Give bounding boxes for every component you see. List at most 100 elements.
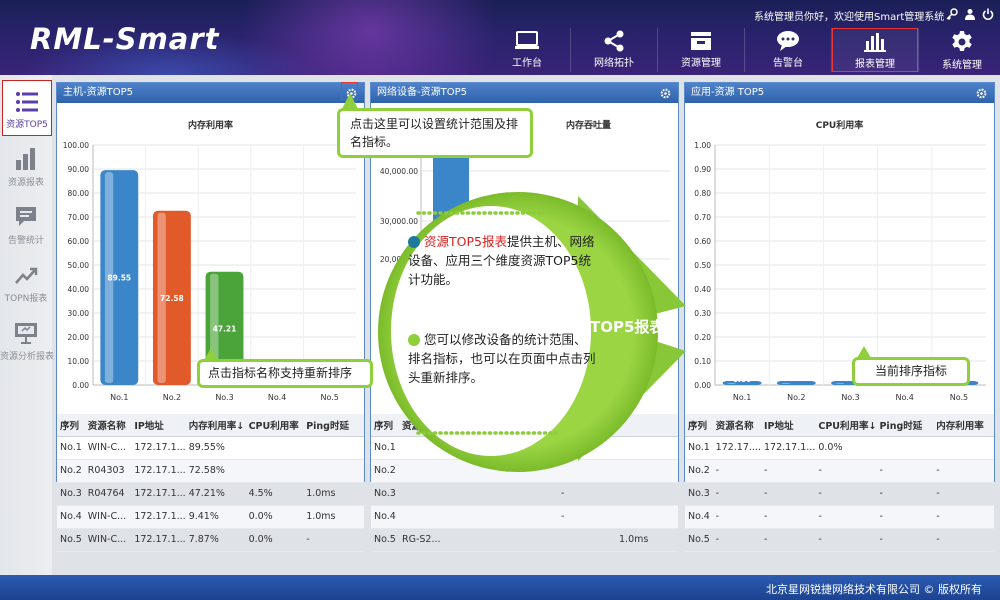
sidebar-item-topn[interactable]: TOPN报表 bbox=[0, 253, 52, 309]
nav-label: 资源管理 bbox=[681, 58, 721, 69]
share-icon bbox=[604, 30, 624, 52]
table-row[interactable]: No.5 RG-S2... 1.0ms bbox=[371, 528, 678, 552]
column-header[interactable]: Ping时延 bbox=[303, 414, 364, 437]
table-cell: 172.17.1... bbox=[131, 436, 186, 460]
nav-topology[interactable]: 网络拓扑 bbox=[571, 28, 657, 72]
table-cell: - bbox=[815, 459, 877, 483]
table-row[interactable]: No.4 WIN-C... 172.17.1... 9.41% 0.0% 1.0ms bbox=[57, 505, 364, 529]
panel-title: 网络设备-资源TOP5 bbox=[377, 87, 467, 98]
resource-table: 序列 资源名称 IP地址 内存利用率↓ CPU利用率 Ping时延 No.1 WIN-C...… bbox=[57, 414, 364, 552]
welcome-text: 系统管理员你好，欢迎使用Smart管理系统 bbox=[754, 12, 945, 23]
x-tick-label: No.2 bbox=[163, 393, 181, 402]
table-row[interactable]: No.5 WIN-C... 172.17.1... 7.87% 0.0% - bbox=[57, 528, 364, 552]
nav-workbench[interactable]: 工作台 bbox=[484, 28, 570, 72]
table-cell bbox=[498, 528, 558, 552]
table-cell: 9.41% bbox=[185, 505, 246, 529]
column-header[interactable]: 序列 bbox=[57, 414, 85, 437]
column-header[interactable]: Ping时延 bbox=[876, 414, 934, 437]
power-icon[interactable] bbox=[982, 8, 994, 20]
settings-gear-icon[interactable] bbox=[660, 87, 671, 107]
table-row[interactable]: No.5- - - - - bbox=[685, 528, 994, 552]
nav-label: 系统管理 bbox=[942, 60, 982, 71]
sidebar-item-analysis[interactable]: 资源分析报表 bbox=[0, 311, 54, 367]
table-row[interactable]: No.3 R04764 172.17.1... 47.21% 4.5% 1.0ms bbox=[57, 482, 364, 506]
x-tick-label: No.4 bbox=[268, 393, 286, 402]
table-cell bbox=[446, 528, 498, 552]
table-row[interactable]: No.2- - - - - bbox=[685, 459, 994, 483]
table-cell: - bbox=[876, 459, 934, 483]
column-header[interactable]: 序列 bbox=[685, 414, 713, 437]
settings-gear-icon[interactable] bbox=[976, 87, 987, 107]
panel-header: 网络设备-资源TOP5 bbox=[371, 83, 678, 103]
table-cell: 172.17.1... bbox=[131, 482, 186, 506]
table-cell: - bbox=[933, 459, 994, 483]
panel-header: 主机-资源TOP5 bbox=[57, 83, 364, 103]
nav-resource[interactable]: 资源管理 bbox=[658, 28, 744, 72]
table-row[interactable]: No.3- - - - - bbox=[685, 482, 994, 506]
data-label: 0.00 bbox=[733, 375, 752, 384]
y-tick-label: 70.00 bbox=[68, 213, 90, 222]
monitor-icon bbox=[515, 31, 539, 49]
table-row[interactable]: No.4- - - - - bbox=[685, 505, 994, 529]
column-header[interactable]: 资源名称 bbox=[84, 414, 132, 437]
list-icon bbox=[16, 92, 38, 112]
table-cell: WIN-C... bbox=[84, 505, 132, 529]
key-icon[interactable] bbox=[946, 8, 958, 21]
chart-title: 内存吞吐量 bbox=[566, 119, 611, 131]
tooltip-text: 当前排序指标 bbox=[874, 364, 947, 378]
table-cell: - bbox=[933, 528, 994, 552]
y-tick-label: 0.00 bbox=[72, 381, 89, 390]
table-cell: - bbox=[876, 482, 934, 506]
x-tick-label: No.1 bbox=[733, 393, 751, 402]
column-header[interactable]: 内存利用率↓ bbox=[185, 414, 246, 437]
table-cell bbox=[303, 436, 364, 460]
message-icon bbox=[16, 207, 36, 226]
nav-label: 报表管理 bbox=[855, 59, 895, 70]
nav-alarm[interactable]: 告警台 bbox=[745, 28, 831, 72]
column-header[interactable]: CPU利用率 bbox=[245, 414, 304, 437]
table-cell: 172.17.... bbox=[712, 436, 761, 460]
table-row[interactable]: No.4 - bbox=[371, 505, 678, 529]
nav-system[interactable]: 系统管理 bbox=[919, 28, 1000, 72]
column-header[interactable]: 内存利用率 bbox=[933, 414, 994, 437]
column-header[interactable]: IP地址 bbox=[760, 414, 816, 437]
table-cell bbox=[446, 505, 498, 529]
x-tick-label: No.5 bbox=[950, 393, 968, 402]
table-cell: 172.17.1... bbox=[131, 459, 186, 483]
table-row[interactable]: No.2 R04303 172.17.1... 72.58% bbox=[57, 459, 364, 483]
table-cell: No.2 bbox=[57, 459, 85, 483]
presentation-icon bbox=[15, 323, 37, 344]
table-row[interactable]: No.1 172.17.... 172.17.1... 0.0% bbox=[685, 436, 994, 460]
table-cell: - bbox=[712, 505, 761, 529]
copyright-text: 北京星网锐捷网络技术有限公司 © 版权所有 bbox=[766, 583, 982, 596]
table-cell: No.2 bbox=[685, 459, 713, 483]
bar-highlight bbox=[835, 383, 845, 384]
bubble-text-intro: 资源TOP5报表提供主机、网络设备、应用三个维度资源TOP5统计功能。 bbox=[408, 232, 598, 289]
table-cell bbox=[558, 528, 616, 552]
table-cell: 172.17.1... bbox=[131, 528, 186, 552]
table-row[interactable]: No.1 WIN-C... 172.17.1... 89.55% bbox=[57, 436, 364, 460]
user-icon[interactable] bbox=[964, 8, 976, 20]
resource-table: 序列 资源名称 IP地址 CPU利用率↓ Ping时延 内存利用率 No.1 172.17..… bbox=[685, 414, 994, 552]
column-header[interactable]: CPU利用率↓ bbox=[815, 414, 877, 437]
table-cell: - bbox=[760, 505, 816, 529]
table-cell: No.1 bbox=[685, 436, 713, 460]
column-header[interactable]: 资源名称 bbox=[712, 414, 761, 437]
nav-reports[interactable]: 报表管理 bbox=[832, 28, 918, 72]
sidebar-item-alarm-stats[interactable]: 告警统计 bbox=[0, 195, 52, 251]
sidebar-item-resource-report[interactable]: 资源报表 bbox=[0, 137, 52, 193]
y-tick-label: 60.00 bbox=[68, 237, 90, 246]
bubble-body: 您可以修改设备的统计范围、排名指标，也可以在页面中点击列头重新排序。 bbox=[408, 332, 596, 385]
sidebar: 资源TOP5 资源报表 告警统计 TOPN报表 资源分析报表 bbox=[0, 75, 54, 575]
panel-header: 应用-资源 TOP5 bbox=[685, 83, 994, 103]
footer: 北京星网锐捷网络技术有限公司 © 版权所有 bbox=[0, 575, 1000, 600]
table-cell: - bbox=[760, 459, 816, 483]
column-header[interactable]: IP地址 bbox=[131, 414, 186, 437]
panel-app-top5: 应用-资源 TOP5 CPU利用率 0.00 0.10 0.20 0.30 0.40 0.5… bbox=[684, 82, 995, 552]
bar-chart-icon bbox=[16, 148, 35, 170]
y-tick-label: 0.50 bbox=[694, 261, 711, 270]
sidebar-item-top5[interactable]: 资源TOP5 bbox=[2, 80, 52, 136]
nav-label: 告警台 bbox=[773, 58, 803, 69]
table-cell bbox=[399, 505, 446, 529]
table-cell bbox=[303, 459, 364, 483]
